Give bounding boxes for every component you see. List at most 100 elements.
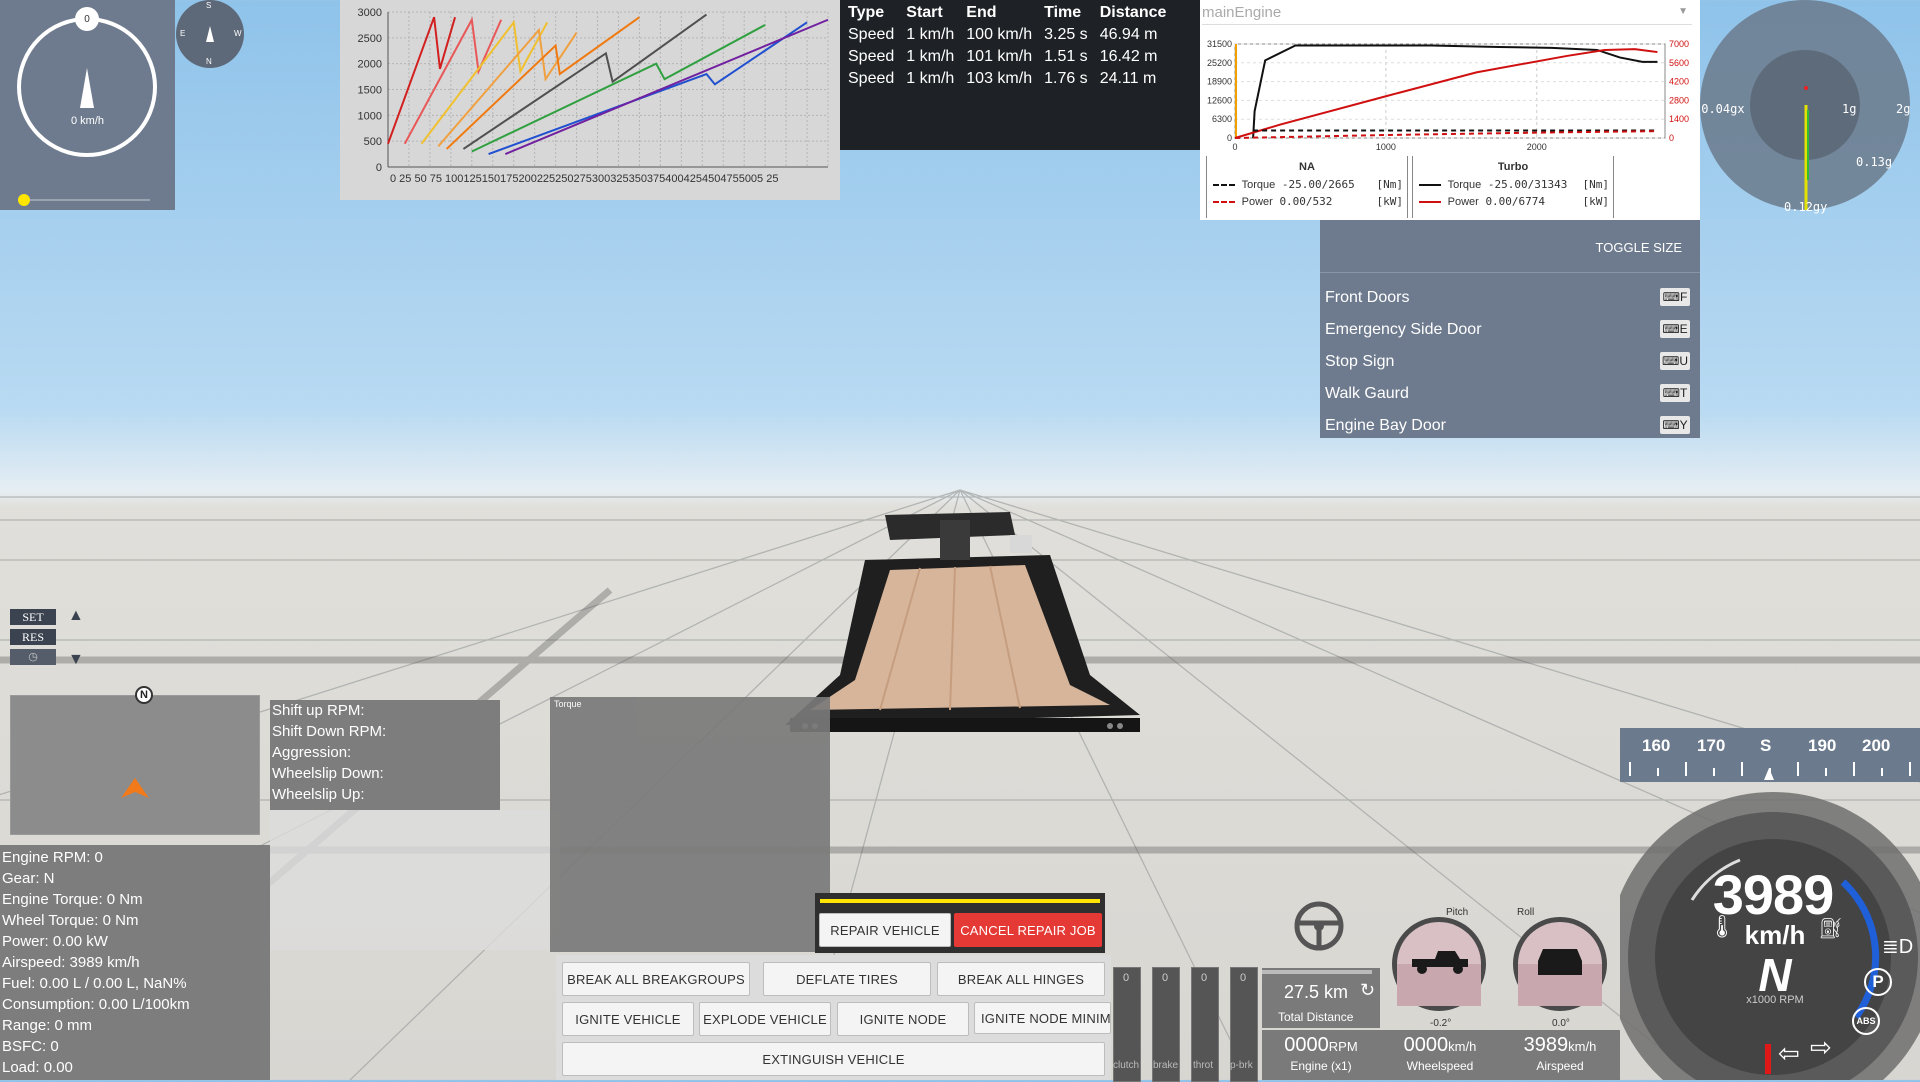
y-tick-label: 31500 [1207, 39, 1232, 49]
y-tick-label: 0 [376, 162, 382, 174]
cruise-res-button[interactable]: RES [10, 629, 56, 645]
explode-vehicle-button[interactable]: EXPLODE VEHICLE [699, 1002, 831, 1036]
vehicle-model [785, 512, 1140, 732]
compass-speed: 0 km/h [70, 115, 104, 127]
engine-graph-panel: mainEngine ▼ 31500 25200 18900 12600 6300 0 70… [1200, 0, 1700, 220]
y2-tick-label: 5600 [1669, 58, 1689, 68]
shift-info-backdrop [270, 810, 560, 950]
turn-right-icon: ⇨ [1810, 1032, 1832, 1062]
slider-handle[interactable] [18, 194, 30, 206]
wheelspeed-readout: 0000km/h Wheelspeed [1403, 1034, 1477, 1073]
y-tick-label: 1000 [358, 110, 382, 122]
attitude-panel: Pitch Roll -0.2° 0.0° [1380, 905, 1620, 1030]
dash-rpm-label: x1000 RPM [1746, 994, 1804, 1006]
parking-brake-icon: P [1864, 968, 1892, 996]
ignite-vehicle-button[interactable]: IGNITE VEHICLE [562, 1002, 694, 1036]
accel-table-panel: Type Start End Time Distance Speed 1 km/… [840, 0, 1200, 150]
roll-truck-icon [1538, 949, 1582, 975]
series-line [403, 16, 503, 145]
part-toggle-engine-bay-door[interactable]: Engine Bay Door ⌨ Y [1320, 410, 1700, 442]
part-toggle-front-doors[interactable]: Front Doors ⌨ F [1320, 282, 1700, 314]
heading-pointer-icon [1764, 768, 1774, 780]
y-tick-label: 18900 [1207, 77, 1232, 87]
engine-dropdown-value: mainEngine [1202, 4, 1282, 21]
deflate-tires-button[interactable]: DEFLATE TIRES [763, 962, 931, 996]
chevron-down-icon: ▼ [1678, 6, 1688, 17]
accel-chart: 0 500 1000 1500 2000 2500 3000 0 25 50 75 10012… [358, 7, 829, 185]
toggle-size-button[interactable]: TOGGLE SIZE [1596, 240, 1682, 255]
y-tick-label: 25200 [1207, 58, 1232, 68]
y2-tick-label: 0 [1669, 133, 1674, 143]
plot-frame [1234, 43, 1666, 139]
accel-table-header: Type Start End Time Distance [848, 4, 1167, 21]
x-tick-label: 1000 [1376, 142, 1396, 152]
ignite-node-minimal-button[interactable]: IGNITE NODE MINIMAL [974, 1002, 1111, 1034]
y-tick-label: 500 [364, 136, 382, 148]
series-line [462, 13, 708, 150]
reset-icon[interactable]: ↻ [1360, 980, 1375, 1001]
part-toggle-walk-gaurd[interactable]: Walk Gaurd ⌨ T [1320, 378, 1700, 410]
y-tick-label: 2500 [358, 33, 382, 45]
series-line [445, 16, 641, 150]
steering-wheel-icon [1294, 901, 1344, 951]
turbo-legend: Turbo Torque -25.00/31343 [Nm] Power 0.0… [1412, 156, 1614, 218]
heading-arrow-icon [80, 68, 94, 108]
series-line [504, 18, 829, 156]
keyboard-icon: ⌨ [1662, 290, 1680, 304]
accel-table-row: Speed 1 km/h 101 km/h 1.51 s 16.42 m [848, 48, 1158, 65]
actions-panel: BREAK ALL BREAKGROUPS DEFLATE TIRES BREA… [556, 955, 1111, 1080]
series-line [1252, 44, 1658, 139]
torque-panel: Torque [550, 697, 830, 952]
debug-panel: Engine RPM: 0 Gear: N Engine Torque: 0 N… [0, 845, 270, 1080]
repair-panel: REPAIR VEHICLE CANCEL REPAIR JOB [815, 893, 1105, 953]
dash-speed-unit: km/h [1744, 920, 1806, 950]
headlight-icon: ≣D [1882, 936, 1914, 958]
x-tick-label: 2000 [1527, 142, 1547, 152]
repair-progress-bar [820, 899, 1100, 903]
turn-left-icon: ⇦ [1778, 1038, 1800, 1068]
gforce-meter: -0.04gx 1g 2g 0.13g 0.12gy [1700, 0, 1920, 220]
cruise-up-icon[interactable]: ▲ [68, 607, 84, 625]
abs-icon: ABS [1852, 1007, 1880, 1035]
mini-compass: S N E W [176, 0, 244, 68]
cruise-control: SET RES ◷ ▲ ▼ [8, 607, 84, 673]
pedals-panel: 0 0 0 0 clutch brake throt p-brk [1111, 967, 1261, 1082]
y-tick-label: 3000 [358, 7, 382, 19]
heading-tape: 160 170 S 190 200 [1620, 728, 1920, 782]
part-toggle-emergency-side-door[interactable]: Emergency Side Door ⌨ E [1320, 314, 1700, 346]
x-tick-label: 0 [1232, 142, 1237, 152]
engine-rpm-readout: 0000RPM Engine (x1) [1284, 1034, 1358, 1073]
mini-compass-arrow-icon [206, 26, 214, 42]
accel-chart-panel: 0 500 1000 1500 2000 2500 3000 0 25 50 75 10012… [340, 0, 840, 200]
accel-table-row: Speed 1 km/h 100 km/h 3.25 s 46.94 m [848, 26, 1158, 43]
keyboard-icon: ⌨ [1662, 354, 1680, 368]
repair-vehicle-button[interactable]: REPAIR VEHICLE [819, 913, 951, 947]
y2-tick-label: 1400 [1669, 114, 1689, 124]
cancel-repair-button[interactable]: CANCEL REPAIR JOB [954, 913, 1102, 947]
y-tick-label: 0 [1227, 133, 1232, 143]
engine-dropdown[interactable]: mainEngine ▼ [1202, 4, 1692, 25]
extinguish-vehicle-button[interactable]: EXTINGUISH VEHICLE [562, 1042, 1105, 1076]
cruise-down-icon[interactable]: ▼ [68, 651, 84, 669]
break-breakgroups-button[interactable]: BREAK ALL BREAKGROUPS [562, 962, 750, 996]
part-toggle-stop-sign[interactable]: Stop Sign ⌨ U [1320, 346, 1700, 378]
break-hinges-button[interactable]: BREAK ALL HINGES [937, 962, 1105, 996]
y2-tick-label: 4200 [1669, 77, 1689, 87]
ignite-node-button[interactable]: IGNITE NODE [837, 1002, 969, 1036]
minimap[interactable]: N [10, 686, 260, 835]
readouts-panel: 0000RPM Engine (x1) 0000km/h Wheelspeed … [1262, 1030, 1620, 1080]
y2-tick-label: 2800 [1669, 95, 1689, 105]
vehicle-marker-icon [121, 778, 149, 798]
y-tick-label: 2000 [358, 59, 382, 71]
shift-info-panel: Shift up RPM: Shift Down RPM: Aggression… [270, 700, 500, 810]
y2-tick-label: 7000 [1669, 39, 1689, 49]
keyboard-icon: ⌨ [1662, 386, 1680, 400]
cruise-set-button[interactable]: SET [10, 609, 56, 625]
keyboard-icon: ⌨ [1662, 418, 1680, 432]
part-toggles-panel: TOGGLE SIZE Front Doors ⌨ F Emergency Sid… [1320, 220, 1700, 438]
airspeed-readout: 3989km/h Airspeed [1523, 1034, 1597, 1073]
fuel-icon: ⛽︎ [1818, 918, 1844, 940]
cruise-icon: ◷ [10, 649, 56, 665]
y-tick-label: 6300 [1212, 114, 1232, 124]
x-tick-labels: 0 25 50 75 10012515017520022525027530032… [390, 173, 778, 185]
